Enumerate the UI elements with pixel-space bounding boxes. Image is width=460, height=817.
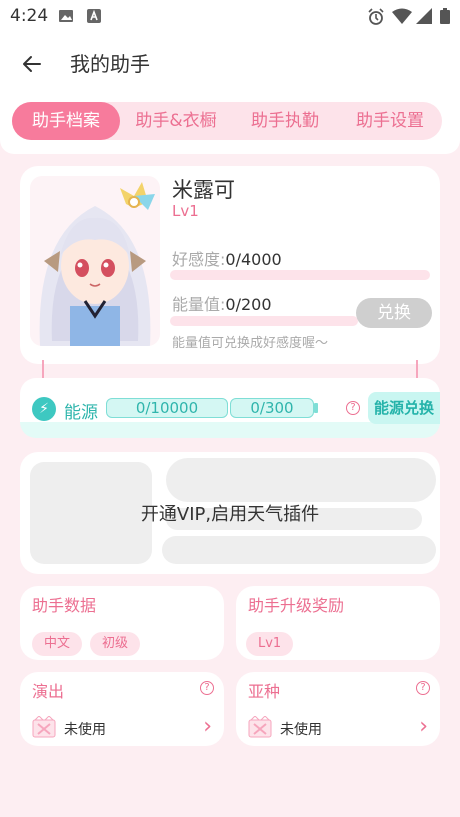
- favor-bar: [170, 270, 430, 280]
- weather-vip-prompt: 开通VIP,启用天气插件: [140, 504, 320, 525]
- subspecies-card[interactable]: 亚种 ? 未使用 ›: [236, 672, 440, 746]
- favor-value: 0/4000: [225, 250, 282, 269]
- performance-title: 演出: [32, 682, 65, 701]
- subspecies-title: 亚种: [248, 682, 281, 701]
- wifi-icon: [392, 8, 412, 24]
- energy-gauge-daily: 0/300: [230, 398, 314, 418]
- favor-stat: 好感度:0/4000: [172, 246, 282, 270]
- image-notification-icon: [59, 10, 73, 22]
- subspecies-status: 未使用: [280, 722, 322, 738]
- app-notification-icon: [87, 9, 101, 23]
- weather-placeholder-line: [162, 536, 436, 564]
- alarm-icon: [368, 8, 384, 25]
- energy-label: 能量值:: [172, 295, 226, 314]
- weather-card[interactable]: 开通VIP,启用天气插件: [20, 452, 440, 574]
- tab-profile[interactable]: 助手档案: [12, 102, 120, 140]
- empty-item-icon: [248, 716, 272, 738]
- tab-bar: 助手档案 助手&衣橱 助手执勤 助手设置: [12, 102, 442, 140]
- performance-card[interactable]: 演出 ? 未使用 ›: [20, 672, 224, 746]
- help-icon[interactable]: ?: [346, 401, 360, 415]
- app-bar: 我的助手: [0, 32, 460, 94]
- signal-icon: [416, 8, 432, 24]
- battery-icon: [440, 8, 450, 24]
- empty-item-icon: [32, 716, 56, 738]
- energy-panel: ⚡ 能源 0/10000 0/300 ? 能源兑换: [20, 378, 440, 438]
- assistant-level: Lv1: [172, 202, 199, 220]
- help-icon[interactable]: ?: [200, 681, 214, 695]
- assistant-data-card[interactable]: 助手数据 中文 初级: [20, 586, 224, 660]
- profile-card: 米露可 Lv1 好感度:0/4000 能量值:0/200 兑换 能量值可兑换成好…: [20, 166, 440, 364]
- performance-status: 未使用: [64, 722, 106, 738]
- assistant-name: 米露可: [172, 178, 235, 202]
- tab-container: 助手档案 助手&衣橱 助手执勤 助手设置: [0, 94, 460, 154]
- grade-chip: 初级: [90, 632, 141, 656]
- energy-stat: 能量值:0/200: [172, 291, 272, 315]
- avatar: [30, 176, 160, 346]
- energy-exchange-button[interactable]: 能源兑换: [368, 392, 440, 424]
- upgrade-rewards-title: 助手升级奖励: [248, 596, 345, 615]
- chevron-right-icon[interactable]: ›: [419, 714, 428, 739]
- gauge-cap: [314, 403, 318, 413]
- chevron-right-icon[interactable]: ›: [203, 714, 212, 739]
- page-title: 我的助手: [70, 52, 150, 76]
- weather-placeholder-bar: [166, 458, 436, 502]
- energy-gauge-total: 0/10000: [106, 398, 228, 418]
- bolt-icon: ⚡: [32, 397, 56, 421]
- upgrade-rewards-card[interactable]: 助手升级奖励 Lv1: [236, 586, 440, 660]
- back-arrow-icon[interactable]: [18, 50, 46, 78]
- status-bar: 4:24: [0, 0, 460, 32]
- energy-source-label: 能源: [64, 403, 98, 423]
- energy-value: 0/200: [225, 295, 272, 314]
- favor-label: 好感度:: [172, 250, 226, 269]
- status-time: 4:24: [10, 6, 49, 26]
- exchange-button[interactable]: 兑换: [356, 298, 432, 328]
- energy-bar: [170, 316, 358, 326]
- tab-duty[interactable]: 助手执勤: [232, 102, 338, 140]
- help-icon[interactable]: ?: [416, 681, 430, 695]
- reward-level-chip: Lv1: [246, 632, 294, 656]
- tab-wardrobe[interactable]: 助手&衣橱: [120, 102, 232, 140]
- tab-settings[interactable]: 助手设置: [338, 102, 442, 140]
- assistant-data-title: 助手数据: [32, 596, 97, 615]
- character-portrait-icon: [30, 176, 160, 346]
- exchange-hint: 能量值可兑换成好感度喔～: [172, 336, 329, 351]
- language-chip: 中文: [32, 632, 83, 656]
